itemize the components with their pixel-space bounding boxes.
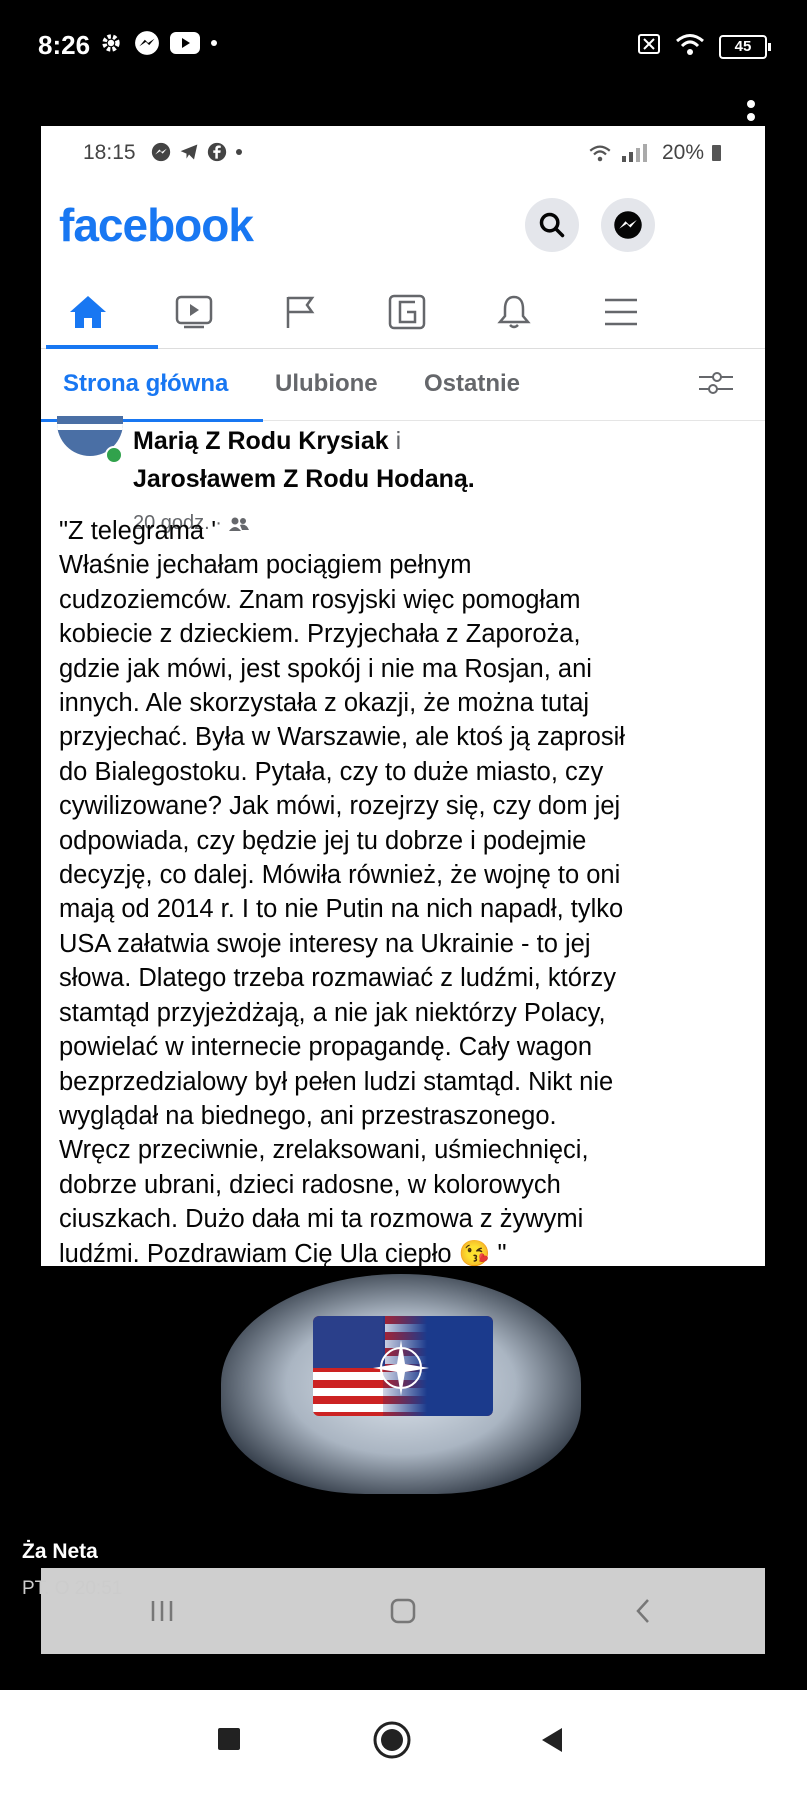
battery-icon xyxy=(712,145,721,161)
facebook-header: facebook xyxy=(41,178,765,268)
tab-home-feed[interactable]: Strona główna xyxy=(63,370,228,398)
post-authors[interactable]: Marią Z Rodu Krysiak i Jarosławem Z Rodu … xyxy=(133,422,733,498)
messenger-icon xyxy=(151,142,171,162)
us-nato-flag-image xyxy=(313,1316,493,1416)
youtube-icon xyxy=(170,32,200,54)
circle-icon xyxy=(373,1721,411,1759)
inner-status-bar: 18:15 20% xyxy=(41,126,765,176)
inner-battery-text: 20% xyxy=(661,141,704,164)
search-button[interactable] xyxy=(525,198,579,252)
facebook-icon xyxy=(207,142,227,162)
android-navigation-bar xyxy=(0,1690,807,1793)
square-icon xyxy=(218,1728,240,1750)
facebook-logo[interactable]: facebook xyxy=(59,198,254,252)
no-sim-icon xyxy=(637,33,661,60)
back-icon xyxy=(636,1599,650,1623)
inner-notification-icons xyxy=(151,142,243,162)
wifi-icon xyxy=(589,145,611,162)
groups-icon xyxy=(388,294,426,330)
flag-icon xyxy=(286,296,315,328)
author-separator: i xyxy=(388,427,402,455)
recent-apps-icon xyxy=(151,1601,172,1621)
signal-icon xyxy=(621,144,647,162)
nav-watch[interactable] xyxy=(164,284,224,340)
notification-icons xyxy=(98,30,218,56)
telegram-icon xyxy=(180,144,198,160)
search-icon xyxy=(539,212,565,238)
home-icon xyxy=(70,296,106,328)
recent-apps-button[interactable] xyxy=(216,1726,242,1757)
home-button-icon xyxy=(390,1598,416,1624)
inner-clock: 18:15 xyxy=(83,141,136,164)
embedded-screenshot: 18:15 20% facebook Strona główna Ulubion… xyxy=(41,126,765,1654)
back-button[interactable] xyxy=(538,1726,566,1759)
inner-system-icons: 20% xyxy=(588,141,721,165)
post-body-text: "Z telegrama ' Właśnie jechałam pociągie… xyxy=(59,517,625,1268)
messenger-button[interactable] xyxy=(601,198,655,252)
back-triangle-icon xyxy=(542,1728,562,1752)
nav-pages[interactable] xyxy=(270,284,330,340)
outer-clock: 8:26 xyxy=(38,30,91,60)
nav-menu[interactable] xyxy=(591,284,651,340)
settings-icon xyxy=(98,30,124,56)
inner-android-nav xyxy=(41,1568,765,1654)
dot-icon xyxy=(236,149,242,155)
messenger-icon xyxy=(614,211,642,239)
filter-icon[interactable] xyxy=(697,368,735,403)
system-icons: 45 xyxy=(637,32,771,61)
messenger-icon xyxy=(134,30,160,56)
author-name-1[interactable]: Marią Z Rodu Krysiak xyxy=(133,427,389,455)
message-sender[interactable]: Ża Neta xyxy=(22,1540,98,1564)
dot-icon xyxy=(210,39,218,47)
main-navigation xyxy=(41,276,765,349)
tab-recent[interactable]: Ostatnie xyxy=(424,370,520,398)
nato-star-icon xyxy=(373,1340,429,1396)
bell-icon xyxy=(497,295,531,329)
hamburger-icon xyxy=(605,298,637,326)
nav-home[interactable] xyxy=(58,284,118,340)
home-button[interactable] xyxy=(372,1720,412,1765)
nav-notifications[interactable] xyxy=(484,284,544,340)
feed-subnav: Strona główna Ulubione Ostatnie xyxy=(41,350,765,422)
tab-favorites[interactable]: Ulubione xyxy=(275,370,378,398)
wifi-icon xyxy=(675,32,705,61)
message-time: PT. O 20:51 xyxy=(22,1578,123,1599)
active-tab-indicator xyxy=(46,345,158,349)
author-name-2[interactable]: Jarosławem Z Rodu Hodaną. xyxy=(133,465,475,493)
nav-groups[interactable] xyxy=(377,284,437,340)
post-image[interactable] xyxy=(41,1266,765,1654)
video-icon xyxy=(175,295,213,329)
online-status-dot xyxy=(105,446,123,464)
outer-status-bar: 8:26 45 xyxy=(0,0,807,100)
battery-indicator: 45 xyxy=(719,34,771,59)
